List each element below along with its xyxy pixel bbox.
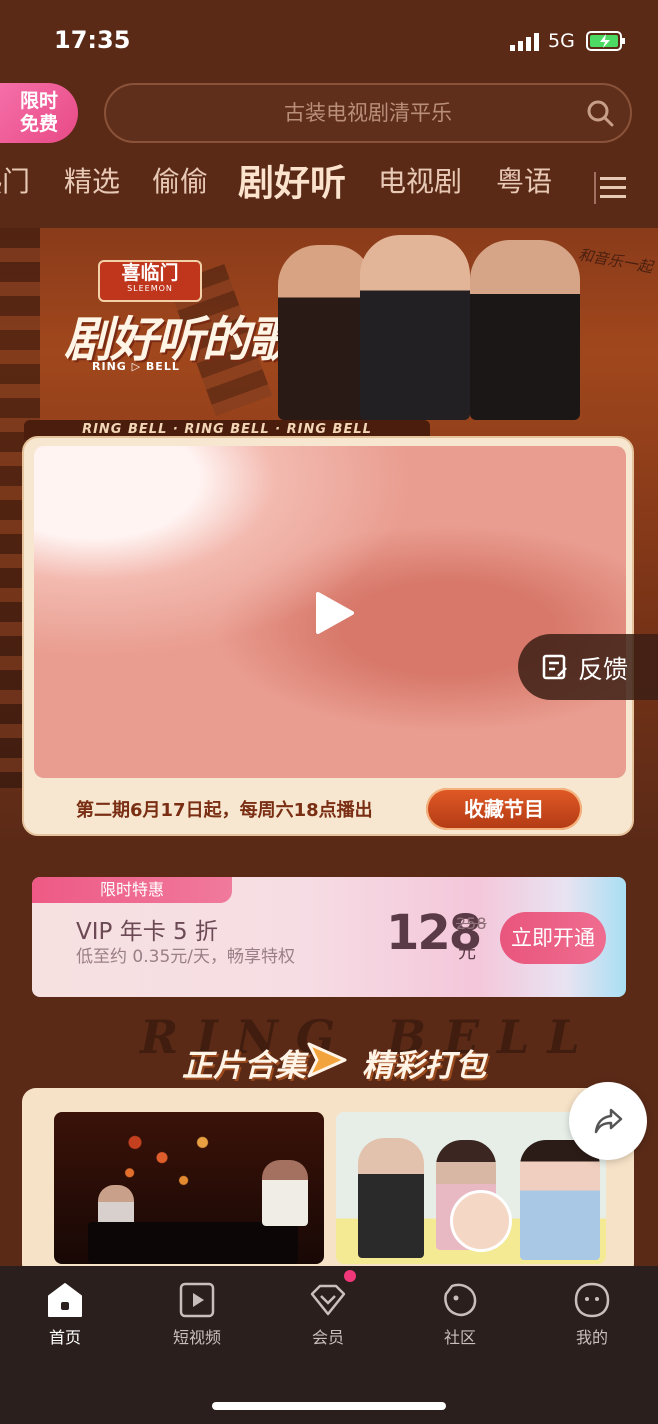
nav-vip-label: 会员 [311, 1328, 344, 1347]
thumbnail-piano [88, 1222, 298, 1264]
tab-divider [594, 172, 596, 204]
thumbnail-figure [520, 1140, 600, 1260]
section-title-left: 正片合集 [182, 1048, 306, 1084]
nav-community-label: 社区 [443, 1328, 476, 1347]
host-photo [470, 240, 580, 420]
category-tabs: 热门 精选 偷偷 剧好听 电视剧 粤语 [0, 160, 600, 220]
thumbnail-figure [262, 1160, 308, 1226]
share-button[interactable] [569, 1082, 647, 1160]
short-video-icon [179, 1282, 215, 1318]
community-icon [444, 1283, 477, 1317]
search-icon[interactable] [586, 99, 614, 127]
status-bar: 17:35 5G [0, 0, 658, 80]
feedback-label: 反馈 [578, 655, 629, 684]
free-promo-badge[interactable]: 限时 免费 [0, 83, 78, 143]
search-placeholder: 古装电视剧清平乐 [284, 101, 452, 125]
section-title-right: 精彩打包 [362, 1048, 486, 1084]
home-icon [48, 1283, 82, 1317]
nav-home[interactable]: 首页 [20, 1282, 110, 1348]
thumbnail-figure [358, 1138, 424, 1258]
home-indicator [212, 1402, 446, 1410]
promo-badge-label: 限时 免费 [19, 90, 58, 135]
status-time: 17:35 [54, 26, 131, 54]
play-icon[interactable] [312, 590, 356, 636]
nav-vip[interactable]: 会员 [283, 1282, 373, 1348]
sponsor-name-en: SLEEMON [127, 284, 173, 293]
tab-secret[interactable]: 偷偷 [152, 160, 208, 200]
show-subtitle: RING ▷ BELL [92, 360, 180, 373]
vip-price-unit: 元 [458, 942, 476, 963]
tab-cantonese[interactable]: 粤语 [496, 160, 552, 200]
share-icon [594, 1108, 623, 1134]
nav-profile-label: 我的 [575, 1328, 608, 1347]
nav-community[interactable]: 社区 [415, 1282, 505, 1348]
limited-offer-tag: 限时特惠 [32, 877, 232, 903]
thumbnail-figure [98, 1185, 134, 1227]
tab-tv-series[interactable]: 电视剧 [378, 160, 462, 200]
nav-home-label: 首页 [48, 1328, 81, 1347]
notification-dot [344, 1270, 356, 1282]
nav-profile[interactable]: 我的 [547, 1282, 637, 1348]
activate-vip-button[interactable]: 立即开通 [500, 912, 606, 964]
feedback-icon [542, 654, 567, 680]
tab-ju-hao-ting[interactable]: 剧好听 [238, 160, 346, 206]
sponsor-logo: 喜临门 SLEEMON [98, 260, 202, 302]
signal-icon [510, 33, 539, 51]
network-label: 5G [548, 30, 575, 52]
sponsor-name: 喜临门 [121, 262, 179, 284]
favorite-show-button[interactable]: 收藏节目 [426, 788, 582, 830]
thumbnail-avatar [450, 1190, 512, 1252]
vip-offer-subtitle: 低至约 0.35元/天，畅享特权 [76, 947, 295, 967]
tab-hot[interactable]: 热门 [0, 160, 30, 200]
tab-featured[interactable]: 精选 [64, 160, 120, 200]
vip-diamond-icon [310, 1284, 346, 1316]
search-bar[interactable]: 古装电视剧清平乐 [104, 83, 632, 143]
play-arrow-icon [307, 1042, 347, 1078]
host-photo [278, 245, 373, 420]
nav-short-video[interactable]: 短视频 [152, 1282, 242, 1348]
feedback-button[interactable]: 反馈 [518, 634, 658, 700]
vip-original-price: 258 [456, 914, 487, 933]
battery-icon [586, 31, 625, 51]
nav-short-video-label: 短视频 [172, 1328, 221, 1347]
menu-icon[interactable] [598, 174, 628, 202]
host-photo [360, 235, 470, 420]
profile-icon [574, 1282, 610, 1318]
vip-offer-title: VIP 年卡 5 折 [76, 919, 218, 945]
schedule-text: 第二期6月17日起，每周六18点播出 [76, 800, 373, 821]
